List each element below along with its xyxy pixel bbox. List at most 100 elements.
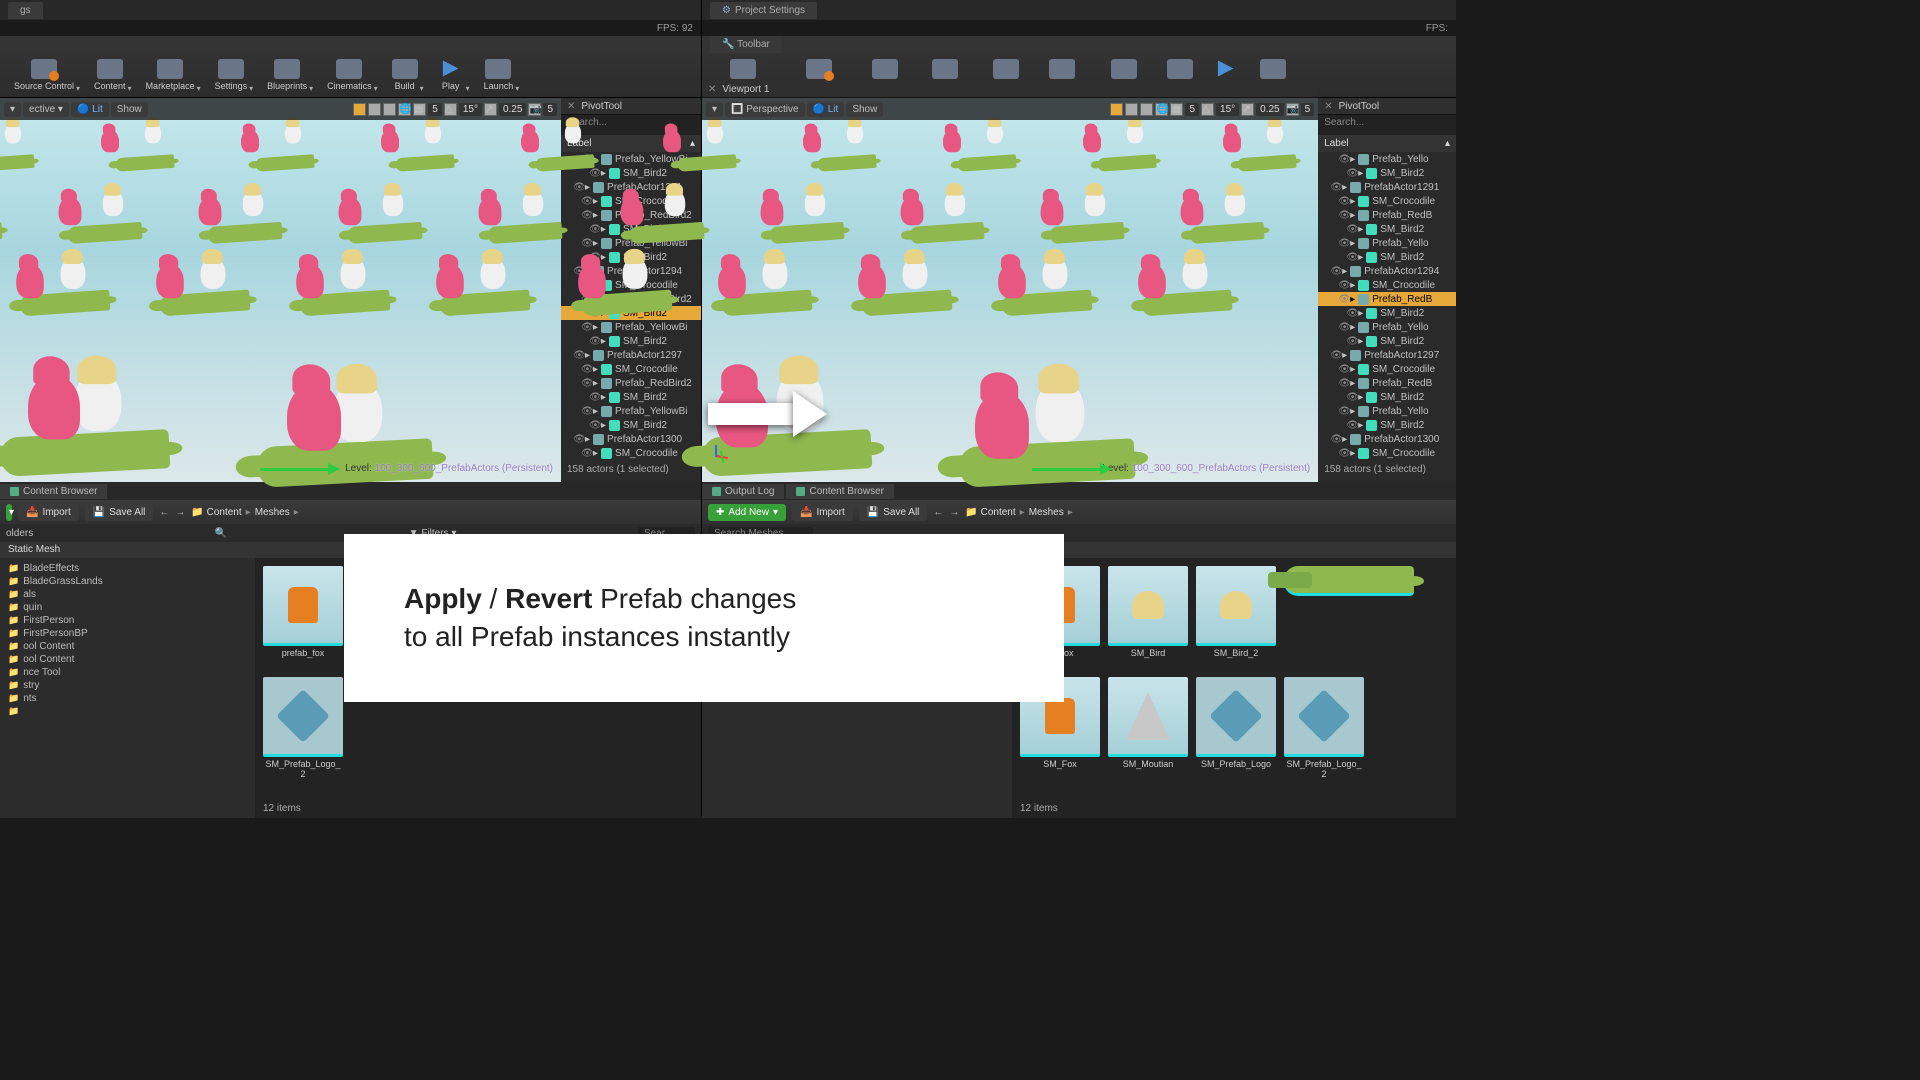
transform-mode[interactable] [353,103,366,116]
tree-row[interactable]: 👁▸Prefab_YellowBi [561,320,701,334]
source-folder[interactable]: FirstPerson [0,614,255,627]
show-dropdown[interactable]: Show [846,102,883,117]
source-folder[interactable]: nce Tool [0,666,255,679]
settings-button[interactable]: Settings▾ [207,55,256,95]
nav-back-icon[interactable]: ← [159,507,169,518]
source-folder[interactable]: BladeEffects [0,562,255,575]
add-new-button-cropped[interactable]: ▾ [6,504,12,521]
asset-item[interactable]: prefab_fox [263,566,343,669]
tree-row[interactable]: 👁▸Prefab_Yello [1318,404,1456,418]
tree-row[interactable]: 👁▸PrefabActor1300 [1318,432,1456,446]
tree-row[interactable]: 👁▸PrefabActor1294 [1318,264,1456,278]
coord-space[interactable]: 🌐 [398,103,411,116]
source-folder[interactable] [0,705,255,718]
tree-row[interactable]: 👁▸SM_Bird2 [1318,222,1456,236]
translate-gizmo[interactable] [1032,468,1102,471]
vp-menu[interactable]: ▾ [4,102,21,117]
source-folder[interactable]: BladeGrassLands [0,575,255,588]
source-folder[interactable]: stry [0,679,255,692]
tree-row[interactable]: 👁▸SM_Crocodile [1318,194,1456,208]
outliner-label-header[interactable]: Label▴ [1318,135,1456,152]
show-dropdown[interactable]: Show [111,102,148,117]
save-all-button[interactable]: 💾 Save All [85,504,154,521]
tree-row[interactable]: 👁▸Prefab_Yello [1318,152,1456,166]
asset-item[interactable]: SM_Bird_2 [1196,566,1276,669]
source-folder[interactable]: FirstPersonBP [0,627,255,640]
transform-mode[interactable] [1110,103,1123,116]
pivot-tool-tab[interactable]: PivotTool [581,101,622,112]
rotate-mode[interactable] [368,103,381,116]
scale-size[interactable]: 0.25 [1256,103,1283,116]
asset-item[interactable]: SM_Bird [1108,566,1188,669]
tree-row[interactable]: 👁▸Prefab_YellowBi [561,404,701,418]
angle-snap[interactable]: △ [1201,103,1214,116]
cam-speed-val[interactable]: 5 [1301,103,1315,116]
source-folder[interactable]: ool Content [0,640,255,653]
source-folder[interactable]: quin [0,601,255,614]
camera-speed[interactable]: 📷 [528,103,541,116]
lit-mode[interactable]: 🔵 Lit [807,102,845,117]
source-folder[interactable]: nts [0,692,255,705]
cinematics-button[interactable]: Cinematics▾ [319,55,380,95]
content-browser-tab[interactable]: Content Browser [0,484,107,499]
tree-row[interactable]: 👁▸PrefabActor1297 [561,348,701,362]
toolbar-tab[interactable]: 🔧 Toolbar [710,36,782,53]
play-button[interactable]: Play▾ [430,55,472,95]
tree-row[interactable]: 👁▸SM_Crocodile [1318,446,1456,460]
grid-snap[interactable]: ▦ [1170,103,1183,116]
lit-mode[interactable]: 🔵 Lit [71,102,109,117]
cam-speed-val[interactable]: 5 [543,103,557,116]
project-settings-tab[interactable]: Project Settings [710,2,817,19]
grid-size[interactable]: 5 [1185,103,1199,116]
launch-button[interactable]: Launch▾ [476,55,522,95]
tree-row[interactable]: 👁▸Prefab_Yello [1318,236,1456,250]
angle-snap[interactable]: △ [444,103,457,116]
tree-row[interactable]: 👁▸SM_Bird2 [1318,166,1456,180]
asset-grid[interactable]: ab_foxSM_BirdSM_Bird_2SM_CrocodileSM_Fox… [1012,558,1456,818]
build-button[interactable]: Build▾ [384,55,426,95]
source-control-button[interactable]: Source Control▾ [6,55,82,95]
camera-speed[interactable]: 📷 [1286,103,1299,116]
import-button[interactable]: 📥 Import [792,504,853,521]
tree-row[interactable]: 👁▸SM_Bird2 [1318,390,1456,404]
content-browser-tab[interactable]: Content Browser [786,484,893,499]
scale-size[interactable]: 0.25 [499,103,526,116]
asset-item[interactable]: SM_Prefab_Logo_2 [263,677,343,780]
asset-item[interactable]: SM_Prefab_Logo [1196,677,1276,780]
asset-item[interactable]: SM_Prefab_Logo_2 [1284,677,1364,780]
source-folder[interactable]: ool Content [0,653,255,666]
tree-row[interactable]: 👁▸Prefab_Yello [1318,320,1456,334]
marketplace-button[interactable]: Marketplace▾ [138,55,203,95]
outliner-search[interactable]: Search... [561,115,701,135]
angle-size[interactable]: 15° [1216,103,1239,116]
scale-mode[interactable] [383,103,396,116]
breadcrumb[interactable]: 📁 Content▸Meshes▸ [191,507,302,518]
grid-snap[interactable]: ▦ [413,103,426,116]
tree-row[interactable]: 👁▸SM_Crocodile [1318,362,1456,376]
tree-row[interactable]: 👁▸SM_Bird2 [561,418,701,432]
coord-space[interactable]: 🌐 [1155,103,1168,116]
scale-mode[interactable] [1140,103,1153,116]
tree-row[interactable]: 👁▸PrefabActor1300 [561,432,701,446]
nav-back-icon[interactable]: ← [933,507,943,518]
tree-row[interactable]: 👁▸SM_Bird2 [561,390,701,404]
blueprints-button[interactable]: Blueprints▾ [259,55,315,95]
tree-row[interactable]: 👁▸SM_Bird2 [1318,334,1456,348]
content-button[interactable]: Content▾ [86,55,134,95]
angle-size[interactable]: 15° [459,103,482,116]
viewport-left[interactable]: ▾ective ▾🔵 LitShow🌐▦5△15°↗0.25📷5 Level: … [0,98,561,482]
breadcrumb[interactable]: 📁 Content▸Meshes▸ [965,507,1076,518]
sources-panel[interactable]: BladeEffectsBladeGrassLandsalsquinFirstP… [0,558,255,818]
tree-row[interactable]: 👁▸SM_Crocodile [1318,278,1456,292]
asset-item[interactable]: SM_Moutian [1108,677,1188,780]
tree-row[interactable]: 👁▸Prefab_RedB [1318,208,1456,222]
viewport-tab[interactable]: Viewport 1 [722,84,769,95]
tab-truncated[interactable]: gs [8,2,43,19]
tree-row[interactable]: 👁▸SM_Bird2 [561,334,701,348]
asset-item[interactable]: SM_Crocodile [1284,566,1364,669]
tree-row[interactable]: 👁▸SM_Crocodile [561,362,701,376]
translate-gizmo[interactable] [260,468,330,471]
scale-snap[interactable]: ↗ [1241,103,1254,116]
tree-row[interactable]: 👁▸SM_Bird2 [1318,250,1456,264]
source-folder[interactable]: als [0,588,255,601]
